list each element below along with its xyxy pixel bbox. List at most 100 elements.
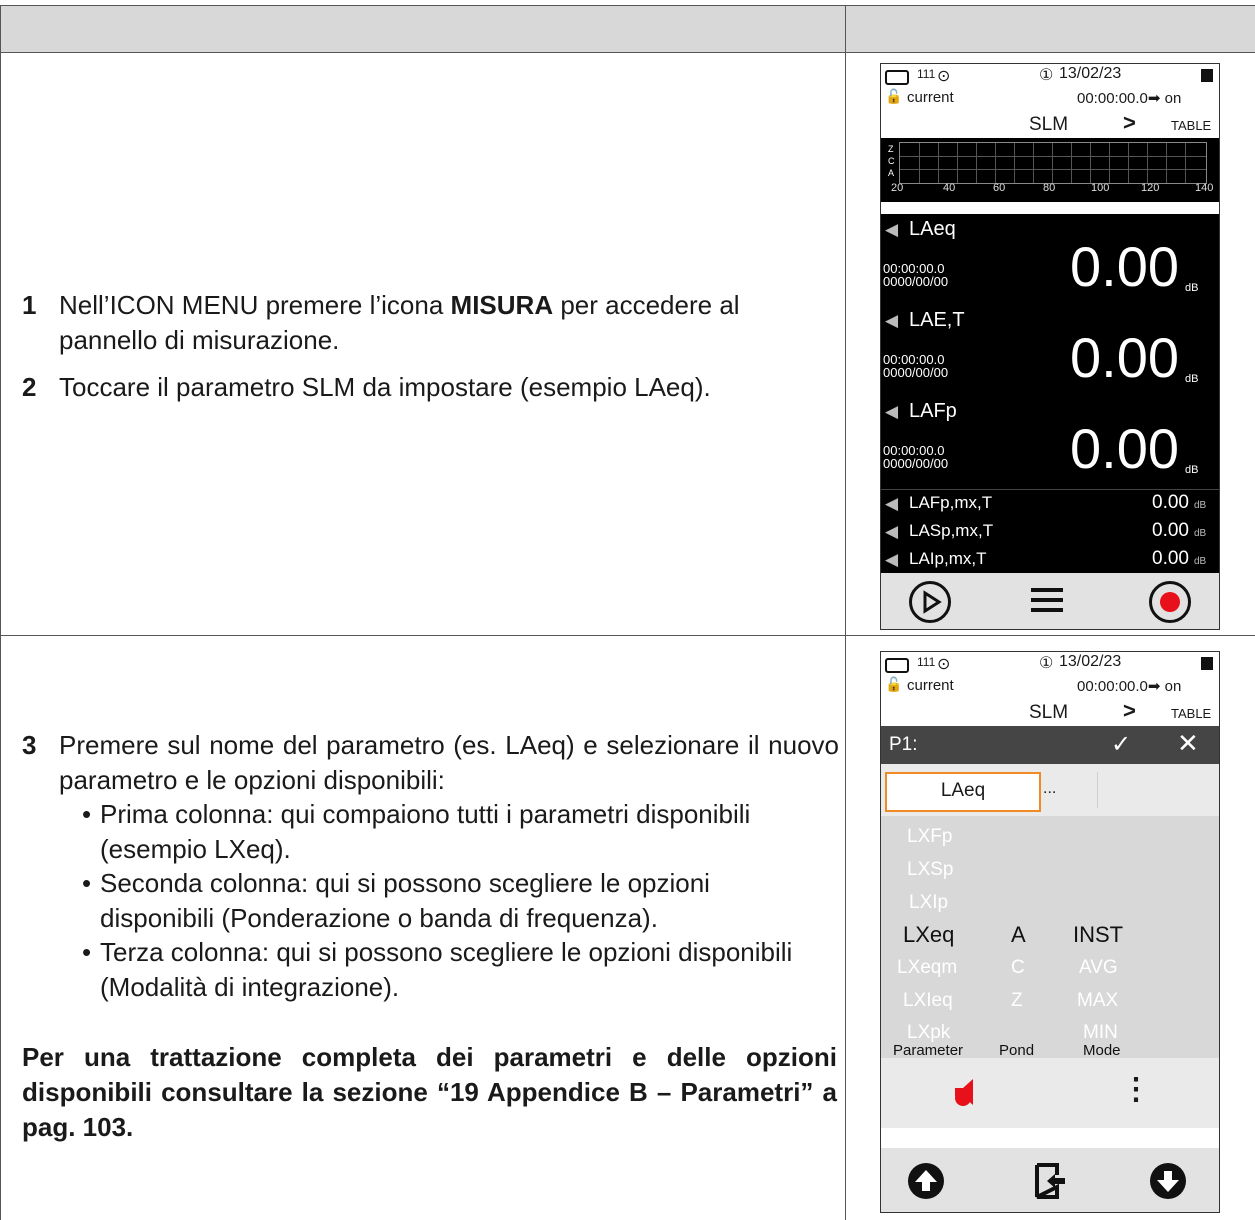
- view-label[interactable]: TABLE: [1171, 118, 1211, 133]
- field-more[interactable]: ...: [1043, 780, 1056, 798]
- picker-option[interactable]: AVG: [1079, 957, 1118, 979]
- view-label[interactable]: TABLE: [1171, 706, 1211, 721]
- param-name[interactable]: LAE,T: [909, 309, 965, 332]
- check-icon[interactable]: ✓: [1111, 730, 1131, 759]
- param-unit: dB: [1194, 500, 1207, 511]
- play-icon[interactable]: [909, 581, 951, 623]
- editor-screen: 111 ⊙ ① 13/02/23 🔓 current 00:00:00.0➡ o…: [880, 651, 1220, 1213]
- bullet-text: Seconda colonna: qui si possono sceglier…: [100, 868, 710, 933]
- alarm-icon: ①: [1039, 655, 1054, 672]
- picker-option[interactable]: C: [1011, 957, 1025, 979]
- table-header-row: [0, 5, 1255, 53]
- lock-icon[interactable]: 🔓: [885, 676, 902, 693]
- param-date: 0000/00/00: [883, 456, 949, 471]
- step-3: 3 Premere sul nome del parametro (es. LA…: [22, 728, 839, 798]
- arrow-down-icon[interactable]: [1149, 1162, 1187, 1200]
- param-block-lafp[interactable]: ◀ LAFp 00:00:00.0 0000/00/00 0.00 dB: [881, 396, 1219, 489]
- battery-icon: [885, 70, 909, 85]
- screen-title: SLM: [1029, 702, 1069, 723]
- param-field[interactable]: LAeq: [885, 772, 1041, 812]
- chevron-right-icon[interactable]: >: [1123, 698, 1136, 724]
- picker-option[interactable]: LXIp: [909, 892, 948, 914]
- battery-number: 111: [917, 67, 936, 81]
- speaker-icon: ◀: [885, 220, 899, 239]
- picker-selected[interactable]: A: [1011, 922, 1026, 948]
- param-date: 0000/00/00: [883, 365, 949, 380]
- step-text: Toccare il parametro SLM da impostare (e…: [59, 372, 711, 402]
- scale-label: 80: [1043, 182, 1056, 194]
- picker-selected[interactable]: LXeq: [903, 922, 954, 948]
- weighting-letter: C: [888, 156, 895, 166]
- status-bar: 111 ⊙ ① 13/02/23: [881, 652, 1219, 676]
- param-value: 0.00: [1152, 548, 1189, 569]
- param-unit: dB: [1194, 528, 1207, 539]
- param-name[interactable]: LAIp,mx,T: [909, 549, 986, 569]
- param-name[interactable]: LAFp,mx,T: [909, 493, 992, 513]
- chevron-right-icon[interactable]: >: [1123, 110, 1136, 136]
- speaker-icon[interactable]: [951, 1076, 983, 1108]
- step-number: 1: [22, 290, 37, 320]
- scale-label: 60: [993, 182, 1006, 194]
- picker-option[interactable]: LXSp: [907, 859, 953, 881]
- param-unit: dB: [1185, 373, 1199, 385]
- param-value: 0.00: [1070, 326, 1179, 389]
- param-name[interactable]: LASp,mx,T: [909, 521, 993, 541]
- stop-icon: [1201, 657, 1213, 670]
- left-border: [0, 5, 1, 1220]
- param-name[interactable]: LAFp: [909, 400, 957, 423]
- bottom-toolbar: [881, 573, 1219, 629]
- mode-label: current: [907, 677, 954, 694]
- param-block-laeq[interactable]: ◀ LAeq 00:00:00.0 0000/00/00 0.00 dB: [881, 214, 1219, 305]
- close-icon[interactable]: ✕: [1177, 728, 1199, 759]
- meter-screen: 111 ⊙ ① 13/02/23 🔓 current 00:00:00.0➡ o…: [880, 63, 1220, 630]
- editor-header: P1: ✓ ✕: [881, 726, 1219, 764]
- level-meter: Z C A 20 40 60 80 100 120 140: [881, 138, 1219, 202]
- record-icon[interactable]: [1149, 581, 1191, 623]
- picker-option[interactable]: LXFp: [907, 826, 952, 848]
- weighting-letter: Z: [888, 144, 894, 154]
- bullet-text: Prima colonna: qui compaiono tutti i par…: [100, 799, 751, 864]
- step-text: Premere sul nome del parametro (es. LAeq…: [59, 730, 839, 795]
- exit-icon[interactable]: [1031, 1162, 1067, 1200]
- editor-tools: ⋮: [881, 1058, 1219, 1128]
- arrow-up-icon[interactable]: [907, 1162, 945, 1200]
- param-field-row: LAeq ...: [881, 764, 1219, 816]
- param-unit: dB: [1185, 464, 1199, 476]
- weighting-letter: A: [888, 168, 895, 178]
- battery-icon: [885, 658, 909, 673]
- param-block-lae[interactable]: ◀ LAE,T 00:00:00.0 0000/00/00 0.00 dB: [881, 305, 1219, 396]
- speaker-icon: ◀: [885, 402, 899, 421]
- header-divider: [845, 5, 846, 51]
- alarm-icon: ①: [1039, 67, 1054, 84]
- picker-option[interactable]: MIN: [1083, 1022, 1118, 1044]
- param-value: 0.00: [1070, 417, 1179, 480]
- speaker-icon: ◀: [885, 550, 899, 569]
- picker-option[interactable]: Z: [1011, 990, 1023, 1012]
- scale-label: 120: [1141, 182, 1160, 194]
- gps-icon: ⊙: [937, 656, 951, 673]
- picker-option[interactable]: MAX: [1077, 990, 1118, 1012]
- param-name[interactable]: LAeq: [909, 218, 956, 241]
- lock-icon[interactable]: 🔓: [885, 88, 902, 105]
- picker-option[interactable]: LXIeq: [903, 990, 953, 1012]
- menu-icon[interactable]: [1031, 588, 1063, 612]
- picker-selected[interactable]: INST: [1073, 922, 1123, 948]
- scale-label: 20: [891, 182, 904, 194]
- param-picker[interactable]: LXFp LXSp LXIp LXeq LXeqm LXIeq LXpk A C…: [881, 816, 1219, 1059]
- stop-icon: [1201, 69, 1213, 82]
- battery-number: 111: [917, 655, 936, 669]
- date-text: 13/02/23: [1059, 65, 1122, 82]
- reference-note: Per una trattazione completa dei paramet…: [22, 1042, 837, 1142]
- scale-label: 100: [1091, 182, 1110, 194]
- more-options-icon[interactable]: ⋮: [1121, 1072, 1151, 1107]
- param-value: 0.00: [1152, 492, 1189, 513]
- gps-icon: ⊙: [937, 68, 951, 85]
- param-value: 0.00: [1070, 235, 1179, 298]
- speaker-icon: ◀: [885, 522, 899, 541]
- mode-label: current: [907, 89, 954, 106]
- picker-option[interactable]: LXeqm: [897, 957, 957, 979]
- column-header: Pond: [999, 1042, 1035, 1059]
- picker-option[interactable]: LXpk: [907, 1022, 950, 1044]
- param-date: 0000/00/00: [883, 274, 949, 289]
- status-bar: 111 ⊙ ① 13/02/23: [881, 64, 1219, 88]
